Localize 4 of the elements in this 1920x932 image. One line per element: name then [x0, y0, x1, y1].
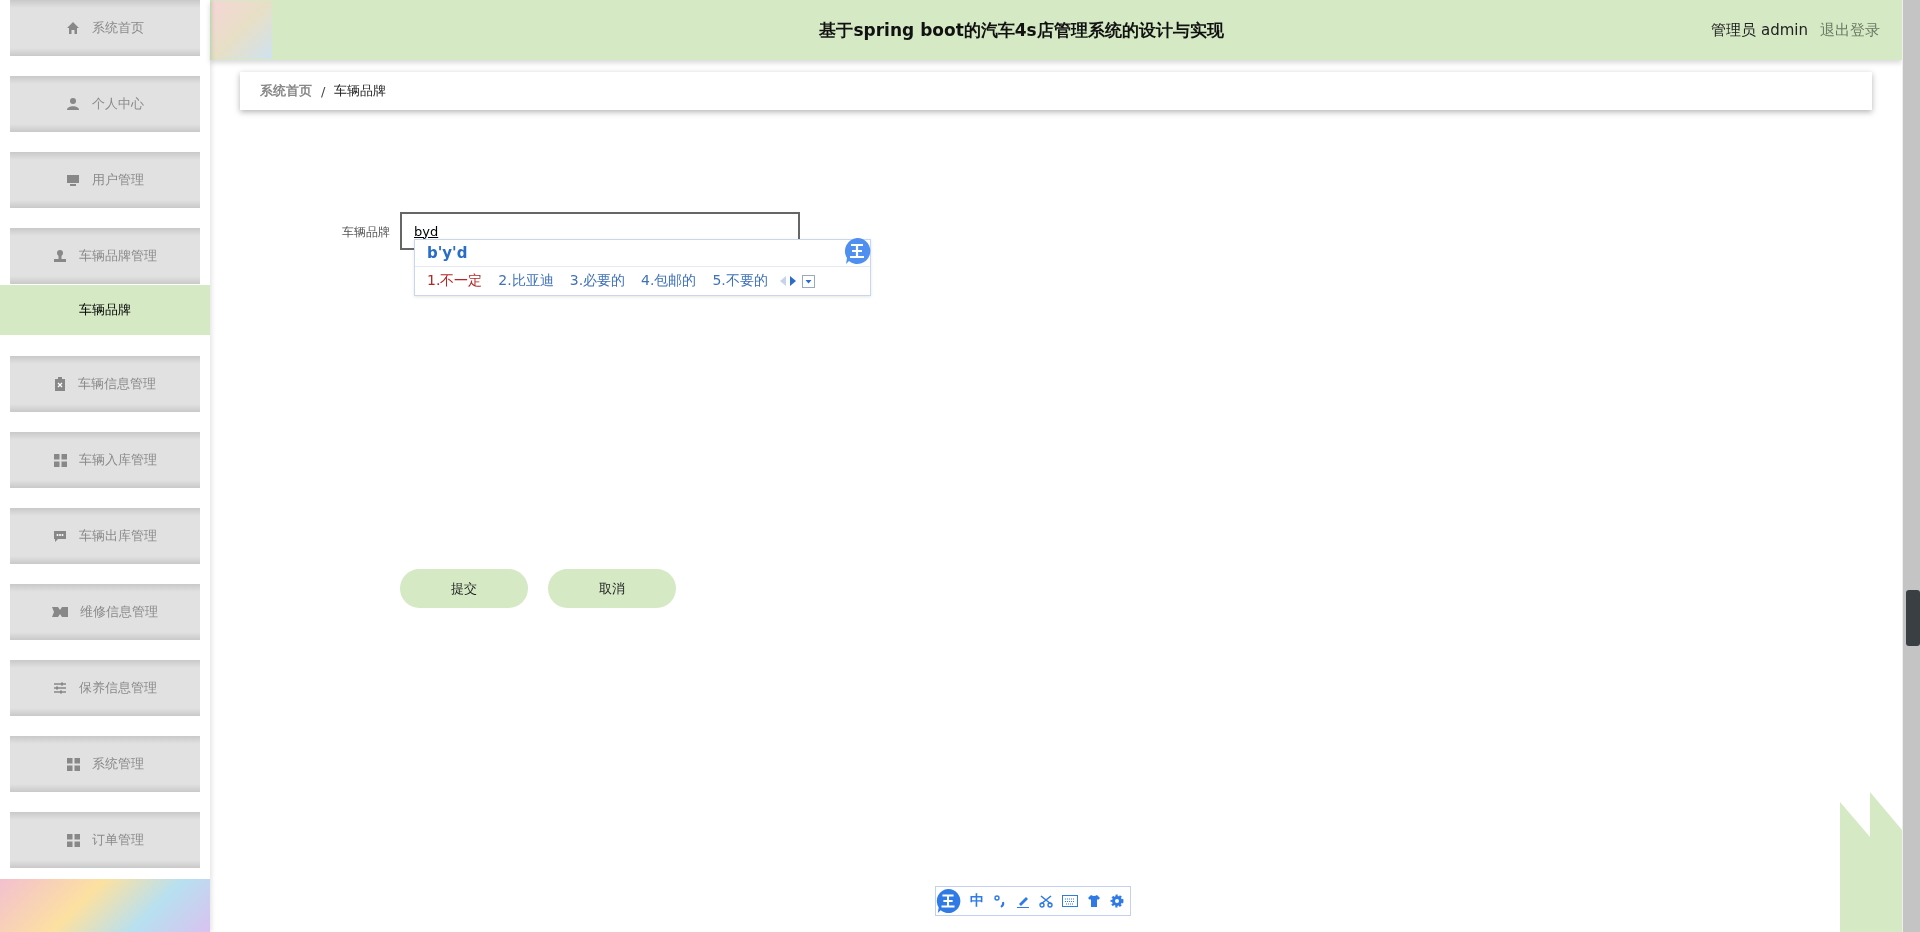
user-name: 管理员 admin	[1711, 20, 1808, 40]
system-title: 基于spring boot的汽车4s店管理系统的设计与实现	[818, 18, 1225, 42]
field-label: 车辆品牌	[341, 224, 390, 241]
breadcrumb-separator: /	[321, 83, 326, 99]
